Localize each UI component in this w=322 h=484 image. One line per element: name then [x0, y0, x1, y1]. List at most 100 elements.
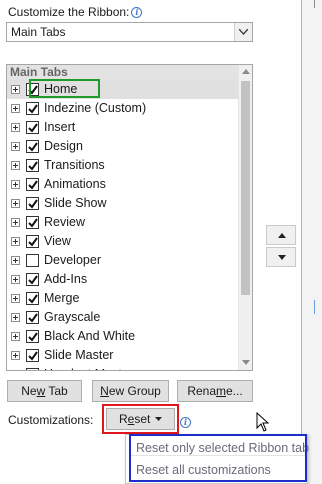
tree-item[interactable]: Animations	[7, 175, 239, 194]
tree-item-label: Transitions	[44, 158, 105, 172]
rename-button[interactable]: Rename...	[177, 380, 253, 402]
tree-item[interactable]: Handout Master	[7, 365, 239, 371]
chevron-down-icon	[239, 29, 248, 35]
dropdown-arrow-button[interactable]	[234, 23, 252, 41]
tree-item[interactable]: Slide Show	[7, 194, 239, 213]
move-down-button[interactable]	[266, 247, 296, 267]
tree-item[interactable]: Black And White	[7, 327, 239, 346]
move-up-button[interactable]	[266, 225, 296, 245]
reset-label: Reset	[119, 409, 150, 429]
tab-checkbox[interactable]	[26, 330, 39, 343]
expand-plus-icon[interactable]	[11, 351, 20, 360]
customize-ribbon-text: Customize the Ribbon:	[8, 5, 130, 19]
tree-item-label: Indezine (Custom)	[44, 101, 147, 115]
expand-plus-icon[interactable]	[11, 256, 20, 265]
expand-plus-icon[interactable]	[11, 123, 20, 132]
tree-item[interactable]: Add-Ins	[7, 270, 239, 289]
tabs-type-dropdown[interactable]: Main Tabs	[6, 22, 253, 42]
new-tab-mnemonic: w	[36, 384, 46, 398]
tree-item-label: Add-Ins	[44, 272, 88, 286]
tree-item-label: Slide Show	[44, 196, 107, 210]
expand-plus-icon[interactable]	[11, 275, 20, 284]
expand-plus-icon[interactable]	[11, 161, 20, 170]
rename-label-post: e...	[226, 384, 243, 398]
tree-item-label: Black And White	[44, 329, 136, 343]
tree-item[interactable]: Review	[7, 213, 239, 232]
tree-item[interactable]: Design	[7, 137, 239, 156]
tab-checkbox[interactable]	[26, 254, 39, 267]
scroll-thumb[interactable]	[241, 81, 250, 295]
checkmark-icon	[28, 370, 38, 371]
checkmark-icon	[28, 161, 38, 171]
tab-checkbox[interactable]	[26, 140, 39, 153]
tree-item[interactable]: Developer	[7, 251, 239, 270]
new-tab-label-pre: Ne	[21, 384, 37, 398]
expand-plus-icon[interactable]	[11, 313, 20, 322]
tab-checkbox[interactable]	[26, 159, 39, 172]
scroll-down-button[interactable]	[239, 356, 252, 370]
ribbon-tabs-tree[interactable]: Main Tabs Home Indezine (Custom) Insert Des…	[6, 64, 253, 371]
new-group-button[interactable]: New Group	[92, 380, 169, 402]
tab-checkbox[interactable]	[26, 121, 39, 134]
tree-item-label: Grayscale	[44, 310, 101, 324]
info-icon: i	[180, 417, 191, 428]
tab-checkbox[interactable]	[26, 311, 39, 324]
tree-item-label: Slide Master	[44, 348, 114, 362]
caret-down-icon	[155, 417, 162, 421]
checkmark-icon	[28, 332, 38, 342]
expand-plus-icon[interactable]	[11, 180, 20, 189]
customizations-label: Customizations:	[8, 413, 94, 427]
tree-item[interactable]: Insert	[7, 118, 239, 137]
tree-item[interactable]: Indezine (Custom)	[7, 99, 239, 118]
home-highlight-box	[29, 79, 100, 98]
tree-item[interactable]: Slide Master	[7, 346, 239, 365]
tree-item[interactable]: Merge	[7, 289, 239, 308]
expand-plus-icon[interactable]	[11, 332, 20, 341]
tab-checkbox[interactable]	[26, 178, 39, 191]
pane-ruler-mark	[314, 0, 315, 8]
new-tab-label-post: Tab	[45, 384, 68, 398]
checkmark-icon	[28, 123, 38, 133]
menu-highlight-box	[129, 434, 307, 482]
new-tab-button[interactable]: New Tab	[7, 380, 82, 402]
expand-plus-icon[interactable]	[11, 294, 20, 303]
customize-ribbon-label: Customize the Ribbon: i	[8, 4, 143, 20]
checkmark-icon	[28, 275, 38, 285]
reset-info: i	[180, 414, 191, 428]
tab-checkbox[interactable]	[26, 102, 39, 115]
tab-checkbox[interactable]	[26, 197, 39, 210]
rename-label-pre: Rena	[187, 384, 216, 398]
tab-checkbox[interactable]	[26, 273, 39, 286]
tree-item[interactable]: Transitions	[7, 156, 239, 175]
expand-plus-icon[interactable]	[11, 199, 20, 208]
tree-item-label: Insert	[44, 120, 76, 134]
expand-plus-icon[interactable]	[11, 85, 20, 94]
checkmark-icon	[28, 313, 38, 323]
checkmark-icon	[28, 218, 38, 228]
expand-plus-icon[interactable]	[11, 104, 20, 113]
tree-item-label: Design	[44, 139, 83, 153]
new-group-label-post: ew Group	[108, 384, 161, 398]
tab-checkbox[interactable]	[26, 216, 39, 229]
tree-item[interactable]: View	[7, 232, 239, 251]
reset-button[interactable]: Reset	[106, 408, 175, 430]
expand-plus-icon[interactable]	[11, 218, 20, 227]
triangle-up-icon	[278, 233, 286, 238]
tree-item-label: Merge	[44, 291, 80, 305]
reset-label-post: set	[134, 412, 151, 426]
tree-item[interactable]: Grayscale	[7, 308, 239, 327]
expand-plus-icon[interactable]	[11, 370, 20, 371]
tab-checkbox[interactable]	[26, 292, 39, 305]
expand-plus-icon[interactable]	[11, 237, 20, 246]
scroll-up-button[interactable]	[239, 65, 252, 79]
reset-label-pre: R	[119, 412, 128, 426]
tab-checkbox[interactable]	[26, 235, 39, 248]
tree-scrollbar[interactable]	[238, 65, 252, 370]
checkmark-icon	[28, 294, 38, 304]
expand-plus-icon[interactable]	[11, 142, 20, 151]
tab-checkbox[interactable]	[26, 349, 39, 362]
tree-list: Home Indezine (Custom) Insert Design Transit…	[7, 80, 239, 371]
new-group-mnemonic: N	[100, 384, 109, 398]
checkmark-icon	[28, 351, 38, 361]
tab-checkbox[interactable]	[26, 368, 39, 371]
